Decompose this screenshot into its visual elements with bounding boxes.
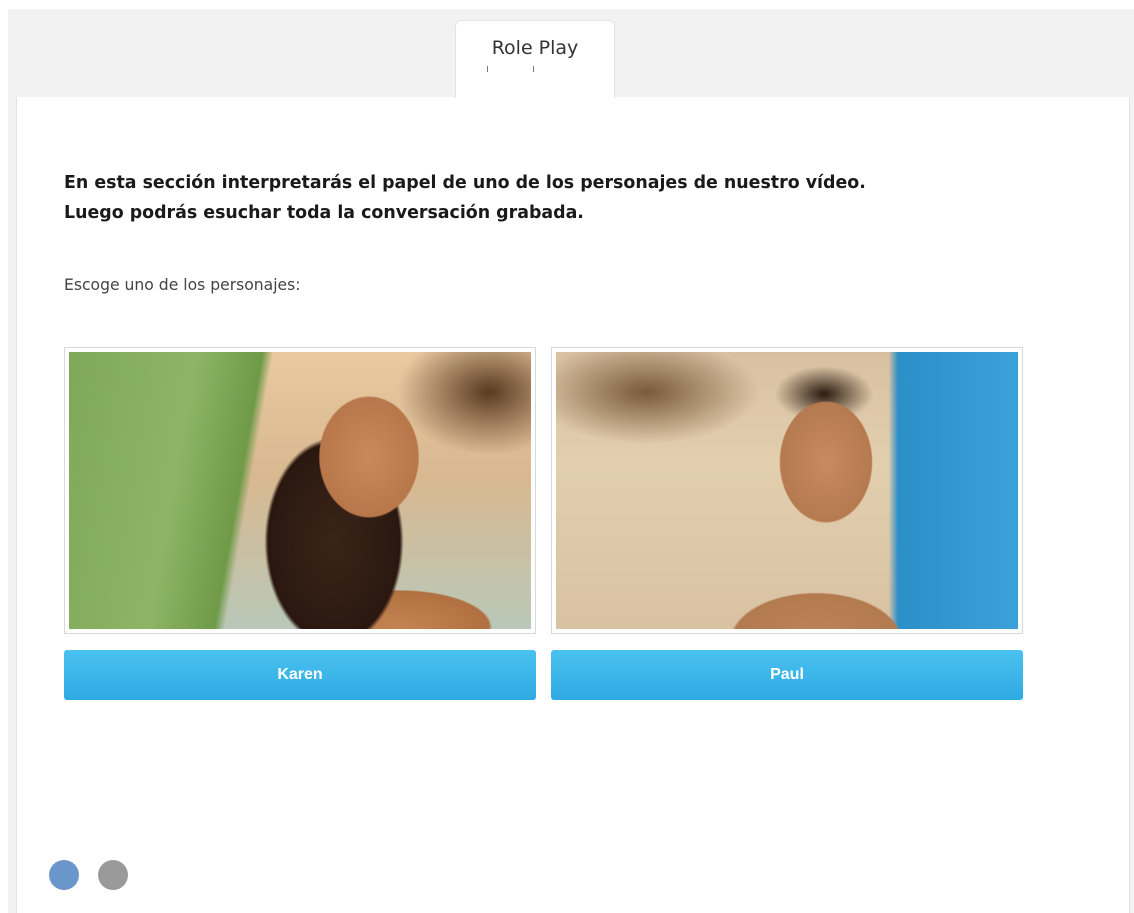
tab-decoration xyxy=(487,66,535,74)
karen-image xyxy=(69,352,531,629)
select-karen-button[interactable]: Karen xyxy=(64,650,536,700)
choose-character-prompt: Escoge uno de los personajes: xyxy=(64,276,301,294)
description-line-2: Luego podrás esuchar toda la conversació… xyxy=(64,203,584,223)
character-photo-karen[interactable] xyxy=(64,347,536,634)
tab-label: Role Play xyxy=(491,37,579,59)
pagination-dot-1[interactable] xyxy=(49,860,79,890)
select-paul-button[interactable]: Paul xyxy=(551,650,1023,700)
section-description: En esta sección interpretarás el papel d… xyxy=(64,168,1044,228)
tab-role-play[interactable]: Role Play xyxy=(455,20,615,98)
character-photo-paul[interactable] xyxy=(551,347,1023,634)
description-line-1: En esta sección interpretarás el papel d… xyxy=(64,173,866,193)
pagination-dot-2[interactable] xyxy=(98,860,128,890)
paul-image xyxy=(556,352,1018,629)
